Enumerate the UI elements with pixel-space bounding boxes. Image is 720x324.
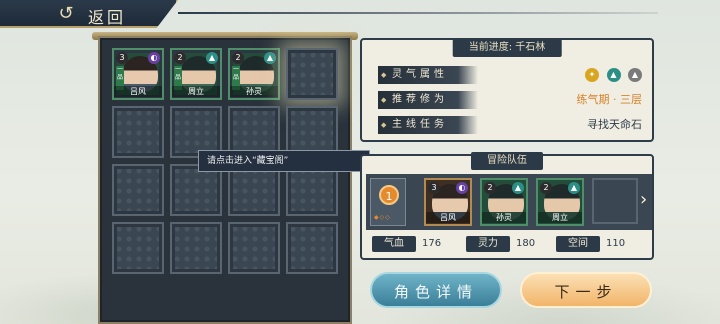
element-badges: ✦ ▲ ▲ [581,66,642,84]
stat-value: 110 [606,238,626,249]
formation-dots: ◆◇◇ [374,214,391,221]
stat-spirit: 灵力 180 [466,236,535,252]
top-divider [178,12,658,14]
earth-element-icon: ▲ [628,68,642,82]
row-value: 练气期 · 三层 [576,93,643,106]
formation-slot[interactable]: 1 ◆◇◇ [370,178,406,226]
team-member-card[interactable]: 2 ▲ 孙灵 [480,178,528,226]
stat-label: 气血 [372,236,416,252]
empty-slot[interactable] [228,222,280,274]
character-name: 周立 [172,86,220,97]
stat-label: 空间 [556,236,600,252]
empty-slot-highlighted[interactable] [286,48,338,100]
team-title: 冒险队伍 [471,152,543,170]
level-badge: 2 [174,52,186,64]
gold-element-icon: ✦ [585,68,599,82]
character-name: 孙灵 [482,212,526,223]
empty-slot[interactable] [170,222,222,274]
water-element-icon: ▲ [606,68,621,82]
character-slot[interactable]: 2 ▲ 一品 周立 [170,48,222,100]
empty-slot[interactable] [112,106,164,158]
tutorial-tooltip: 请点击进入“藏宝阁” [198,150,370,172]
back-swirl-icon: ↺ [58,3,74,24]
character-slot[interactable]: 3 ◐ 一品 吕风 [112,48,164,100]
element-icon: ◐ [148,52,160,64]
stat-value: 176 [422,238,442,249]
empty-slot[interactable] [112,222,164,274]
character-name: 吕风 [426,212,470,223]
row-label: 灵气属性 [378,66,478,84]
level-badge: 3 [428,182,440,194]
empty-slot[interactable] [112,164,164,216]
progress-panel: 当前进度: 千石林 灵气属性 ✦ ▲ ▲ 推荐修为 练气期 · 三层 主线任务 … [360,38,654,142]
stat-space: 空间 110 [556,236,625,252]
progress-title: 当前进度: 千石林 [452,39,562,57]
stat-value: 180 [516,238,536,249]
element-icon: ▲ [264,52,276,64]
element-icon: ◐ [456,182,468,194]
info-row-element: 灵气属性 ✦ ▲ ▲ [378,66,648,86]
level-badge: 2 [484,182,496,194]
row-label: 推荐修为 [378,91,478,109]
row-label: 主线任务 [378,116,478,134]
stat-hp: 气血 176 [372,236,441,252]
scroll-right-arrow-icon[interactable]: › [640,188,652,212]
character-detail-button[interactable]: 角色详情 [370,272,502,308]
info-row-quest: 主线任务 寻找天命石 [378,116,648,136]
character-slot[interactable]: 2 ▲ 一品 孙灵 [228,48,280,100]
character-name: 周立 [538,212,582,223]
stat-label: 灵力 [466,236,510,252]
team-member-card[interactable]: 2 ▲ 周立 [536,178,584,226]
formation-number: 1 [379,185,399,205]
character-name: 孙灵 [230,86,278,97]
element-icon: ▲ [206,52,218,64]
character-name: 吕风 [114,86,162,97]
back-button[interactable]: ↺ 返回 [0,0,178,28]
empty-slot[interactable] [286,222,338,274]
next-step-button[interactable]: 下一步 [520,272,652,308]
element-icon: ▲ [568,182,580,194]
row-value: 寻找天命石 [587,118,642,131]
info-row-cultivation: 推荐修为 练气期 · 三层 [378,91,648,111]
top-bar: ↺ 返回 [0,0,720,32]
element-icon: ▲ [512,182,524,194]
team-member-card[interactable]: 3 ◐ 吕风 [424,178,472,226]
level-badge: 2 [540,182,552,194]
back-label: 返回 [88,8,127,27]
team-empty-slot[interactable] [592,178,638,224]
level-badge: 3 [116,52,128,64]
level-badge: 2 [232,52,244,64]
